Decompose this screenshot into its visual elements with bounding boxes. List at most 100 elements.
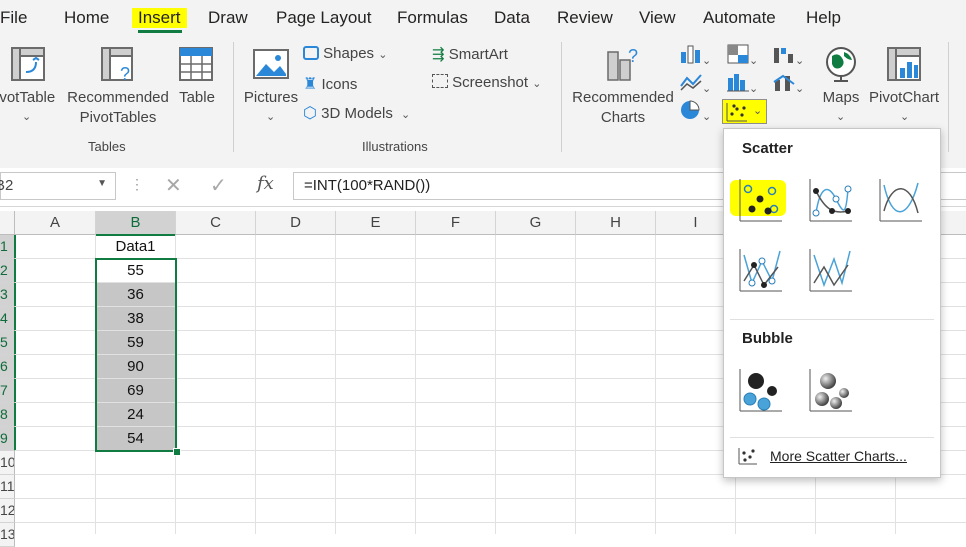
tab-home[interactable]: Home — [64, 8, 109, 28]
chevron-down-icon: ⌄ — [795, 55, 805, 67]
3d-models-button[interactable]: ⬡ 3D Models ⌄ — [303, 103, 410, 123]
tab-data[interactable]: Data — [494, 8, 530, 28]
row-header-8[interactable]: 8 — [0, 403, 16, 427]
tables-group-label: Tables — [88, 139, 126, 154]
group-divider — [561, 42, 562, 152]
row-header-11[interactable]: 11 — [0, 475, 15, 499]
statistic-chart-button[interactable]: ⌄ — [727, 72, 763, 95]
column-header-g[interactable]: G — [496, 211, 576, 235]
row-header-6[interactable]: 6 — [0, 355, 16, 379]
waterfall-chart-icon — [774, 48, 793, 63]
scatter-chart-gallery: Scatter Bubble More Scatter Charts... — [723, 128, 941, 478]
column-chart-icon — [681, 45, 700, 64]
cube-icon: ⬡ — [303, 105, 317, 122]
svg-text:?: ? — [120, 64, 130, 84]
name-box[interactable]: B2 ▼ — [0, 172, 116, 200]
chevron-down-icon: ⌄ — [753, 105, 763, 117]
cancel-icon[interactable]: ✕ — [165, 173, 182, 198]
smartart-button[interactable]: ⇶ SmartArt — [432, 45, 508, 63]
row-header-9[interactable]: 9 — [0, 427, 16, 451]
column-header-a[interactable]: A — [15, 211, 96, 235]
recommended-pivottables-label-2: PivotTables — [79, 109, 157, 126]
menu-divider — [730, 437, 934, 438]
tab-help[interactable]: Help — [806, 8, 841, 28]
3d-bubble-chart-icon[interactable] — [808, 367, 854, 413]
hierarchy-chart-button[interactable]: ⌄ — [727, 44, 763, 67]
smartart-icon: ⇶ — [432, 46, 445, 63]
tab-view[interactable]: View — [639, 8, 676, 28]
chevron-down-icon: ⌄ — [378, 49, 388, 61]
pivottable-button[interactable]: PivotTable ⌄ — [0, 44, 62, 124]
row-header-2[interactable]: 2 — [0, 259, 16, 283]
hierarchy-chart-icon — [727, 44, 749, 64]
tab-insert[interactable]: Insert — [132, 8, 187, 28]
pivottable-label: PivotTable — [0, 89, 56, 106]
row-header-13[interactable]: 13 — [0, 523, 15, 547]
pictures-button[interactable]: Pictures ⌄ — [242, 44, 300, 124]
scatter-chart-button[interactable]: ⌄ — [722, 99, 767, 124]
grip-icon: ⋮ — [130, 176, 144, 192]
tab-file[interactable]: File — [0, 8, 27, 28]
scatter-small-icon — [738, 448, 757, 465]
scatter-chart-icon — [726, 103, 747, 122]
column-header-f[interactable]: F — [416, 211, 496, 235]
row-header-3[interactable]: 3 — [0, 283, 16, 307]
maps-button[interactable]: Maps ⌄ — [818, 44, 864, 124]
gridline — [415, 235, 416, 534]
table-icon — [179, 47, 213, 81]
formula-text: =INT(100*RAND()) — [304, 177, 431, 194]
chevron-down-icon: ⌄ — [266, 111, 276, 123]
tab-formulas[interactable]: Formulas — [397, 8, 468, 28]
table-button[interactable]: Table — [174, 44, 220, 124]
recommended-pivottables-button[interactable]: ? Recommended PivotTables — [66, 44, 170, 128]
active-tab-indicator — [138, 30, 182, 33]
column-header-e[interactable]: E — [336, 211, 416, 235]
select-all-corner[interactable] — [0, 211, 15, 235]
tab-review[interactable]: Review — [557, 8, 613, 28]
combo-chart-button[interactable]: ⌄ — [773, 72, 809, 95]
column-header-b[interactable]: B — [96, 211, 176, 236]
scatter-straight-lines-markers-icon[interactable] — [738, 247, 784, 293]
more-scatter-charts-link[interactable]: More Scatter Charts... — [738, 445, 934, 469]
row-header-1[interactable]: 1 — [0, 235, 16, 259]
scatter-smooth-lines-markers-icon[interactable] — [808, 177, 854, 223]
illustrations-group-label: Illustrations — [362, 139, 428, 154]
scatter-straight-lines-icon[interactable] — [808, 247, 854, 293]
tab-automate[interactable]: Automate — [703, 8, 776, 28]
selection-range — [95, 258, 177, 452]
column-chart-button[interactable]: ⌄ — [680, 44, 716, 67]
scatter-markers-icon[interactable] — [738, 177, 784, 223]
dropdown-arrow-icon[interactable]: ▼ — [97, 178, 107, 189]
menu-divider — [730, 319, 934, 320]
screenshot-button[interactable]: Screenshot ⌄ — [432, 74, 541, 91]
scatter-smooth-lines-icon[interactable] — [878, 177, 924, 223]
fill-handle[interactable] — [173, 448, 181, 456]
column-header-h[interactable]: H — [576, 211, 656, 235]
row-header-10[interactable]: 10 — [0, 451, 15, 475]
waterfall-chart-button[interactable]: ⌄ — [773, 44, 809, 67]
tab-draw[interactable]: Draw — [208, 8, 248, 28]
pivotchart-label: PivotChart — [868, 89, 940, 106]
row-header-5[interactable]: 5 — [0, 331, 16, 355]
column-header-c[interactable]: C — [176, 211, 256, 235]
chevron-down-icon: ⌄ — [836, 111, 846, 123]
pivotchart-button[interactable]: PivotChart ⌄ — [866, 44, 942, 124]
column-header-d[interactable]: D — [256, 211, 336, 235]
row-header-12[interactable]: 12 — [0, 499, 15, 523]
recommended-charts-button[interactable]: ? Recommended Charts — [570, 44, 676, 128]
icons-button[interactable]: ♜ Icons — [303, 74, 357, 94]
row-header-4[interactable]: 4 — [0, 307, 16, 331]
enter-check-icon[interactable]: ✓ — [210, 173, 227, 198]
icons-icon: ♜ — [303, 76, 318, 93]
line-chart-button[interactable]: ⌄ — [680, 72, 716, 95]
shapes-button[interactable]: Shapes ⌄ — [303, 45, 387, 62]
bubble-chart-icon[interactable] — [738, 367, 784, 413]
cell-b1[interactable]: Data1 — [96, 235, 175, 258]
insert-function-icon[interactable]: fx — [257, 173, 274, 194]
tab-page-layout[interactable]: Page Layout — [276, 8, 371, 28]
chevron-down-icon: ⌄ — [702, 55, 712, 67]
recommended-pivottables-label-1: Recommended — [67, 89, 169, 106]
pie-chart-button[interactable]: ⌄ — [680, 100, 716, 123]
row-header-7[interactable]: 7 — [0, 379, 16, 403]
chevron-down-icon: ⌄ — [532, 78, 542, 90]
